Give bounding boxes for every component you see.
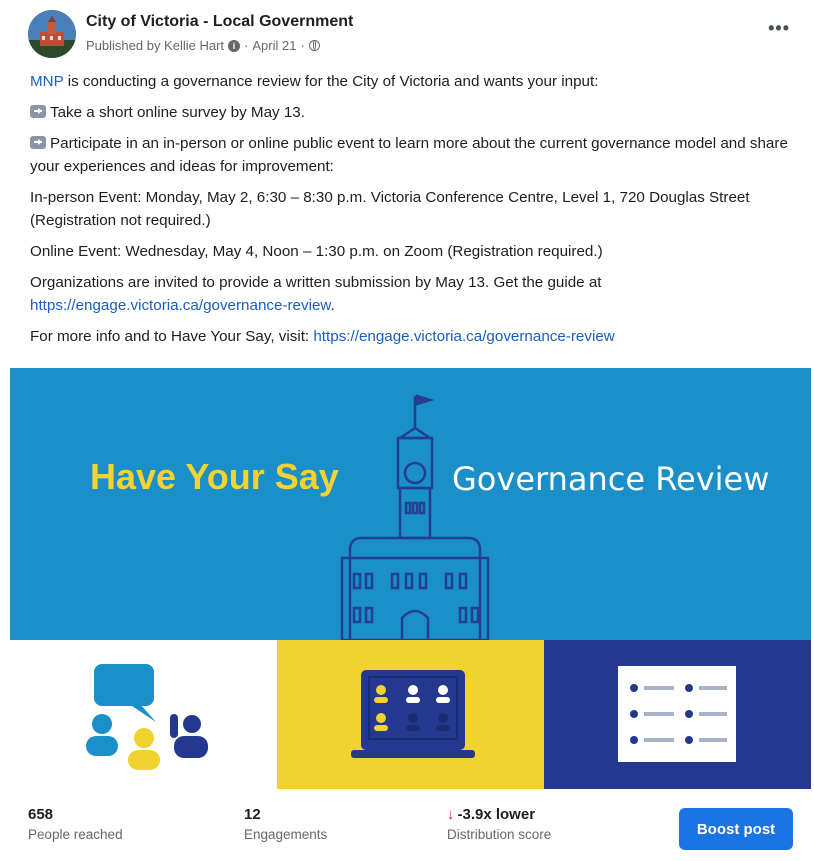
people-reached-value: 658 [28,806,54,823]
engage-link[interactable]: https://engage.victoria.ca/governance-re… [313,328,614,345]
right-arrow-icon [30,105,46,118]
mnp-link[interactable]: MNP [30,73,63,90]
more-info-paragraph: For more info and to Have Your Say, visi… [30,325,790,348]
meta-separator: · [244,38,249,53]
intro-paragraph: MNP is conducting a governance review fo… [30,70,790,93]
city-hall-avatar-icon [28,10,76,58]
post-header: City of Victoria - Local Government Publ… [28,10,798,66]
post-meta: Published by Kellie Hart i · April 21 · [86,38,320,53]
people-reached-stat[interactable]: 658 People reached [28,806,123,842]
globe-icon[interactable] [308,40,320,51]
guide-link[interactable]: https://engage.victoria.ca/governance-re… [30,297,331,314]
distribution-score-value-row: ↓ -3.9x lower [447,806,551,823]
engagements-label: Engagements [244,827,328,842]
people-reached-label: People reached [28,827,123,842]
post-date[interactable]: April 21 [252,38,296,53]
bullet-survey: Take a short online survey by May 13. [30,101,790,124]
organizations-paragraph: Organizations are invited to provide a w… [30,271,790,317]
city-hall-illustration-icon [340,394,490,640]
page-avatar[interactable] [28,10,76,58]
survey-form-icon [618,666,736,762]
governance-review-headline: Governance Review [452,460,770,498]
in-person-event: In-person Event: Monday, May 2, 6:30 – 8… [30,189,750,229]
tile-survey [544,640,811,789]
page-name[interactable]: City of Victoria - Local Government [86,13,353,31]
distribution-score-stat[interactable]: ↓ -3.9x lower Distribution score [447,806,551,842]
down-arrow-icon: ↓ [447,806,455,823]
post-image[interactable]: Have Your Say Governance Review [10,368,811,789]
distribution-score-value: -3.9x lower [457,806,536,823]
laptop-video-call-icon [351,670,475,758]
bullet-survey-text: Take a short online survey by May 13. [50,104,305,121]
tile-discussion [10,640,277,789]
post-body: MNP is conducting a governance review fo… [30,70,790,356]
more-options-button[interactable]: ••• [768,18,790,39]
tile-online-meeting [277,640,544,789]
engagements-stat[interactable]: 12 Engagements [244,806,327,842]
engagements-value: 12 [244,806,261,823]
info-circle-icon[interactable]: i [228,39,241,52]
banner-top-panel: Have Your Say Governance Review [10,368,811,640]
organizations-end: . [330,297,335,314]
meta-separator: · [300,38,305,53]
bullet-event: Participate in an in-person or online pu… [30,132,790,178]
boost-post-button[interactable]: Boost post [679,808,793,850]
organizations-text: Organizations are invited to provide a w… [30,274,602,291]
online-event: Online Event: Wednesday, May 4, Noon – 1… [30,243,603,260]
post-insights: 658 People reached 12 Engagements ↓ -3.9x… [28,800,798,856]
have-your-say-headline: Have Your Say [90,456,339,497]
more-info-text: For more info and to Have Your Say, visi… [30,328,314,345]
facebook-post: City of Victoria - Local Government Publ… [0,0,814,861]
people-discussion-icon [86,664,208,770]
intro-text: is conducting a governance review for th… [63,73,599,90]
distribution-score-label: Distribution score [447,827,552,842]
published-by[interactable]: Published by Kellie Hart [86,38,224,53]
right-arrow-icon [30,136,46,149]
bullet-event-text: Participate in an in-person or online pu… [30,135,788,175]
